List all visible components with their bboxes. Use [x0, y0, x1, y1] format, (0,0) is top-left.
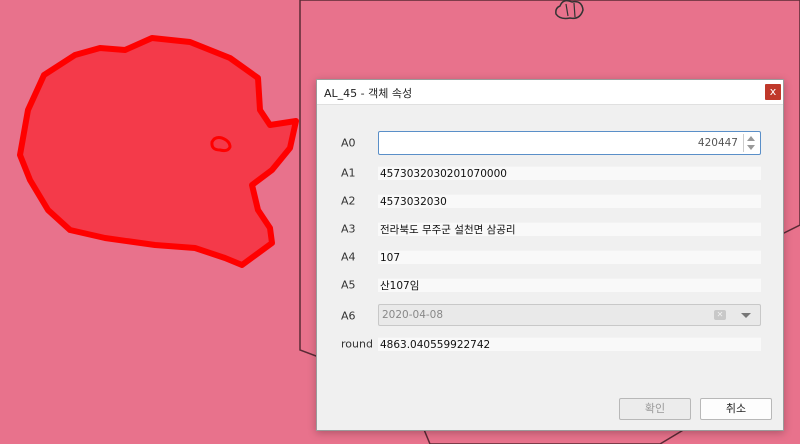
cancel-button[interactable]: 취소 — [700, 398, 772, 420]
field-row-a2: A2 4573032030 — [317, 189, 783, 213]
field-label: A1 — [341, 166, 356, 180]
spin-up-icon[interactable] — [747, 136, 755, 141]
close-icon: x — [769, 85, 777, 98]
clear-date-icon[interactable]: ✕ — [714, 310, 726, 320]
selected-feature-polygon[interactable] — [17, 35, 299, 268]
a3-value-field[interactable]: 전라북도 무주군 설천면 삼공리 — [378, 222, 761, 236]
a0-spinbox[interactable]: 420447 — [378, 131, 761, 155]
a6-date-picker[interactable]: 2020-04-08 ✕ — [378, 304, 761, 326]
field-row-a4: A4 107 — [317, 245, 783, 269]
field-row-a0: A0 420447 — [317, 131, 783, 155]
field-label: A6 — [341, 309, 356, 323]
close-button[interactable]: x — [765, 84, 781, 100]
spin-arrows[interactable] — [743, 134, 758, 152]
a4-value-field[interactable]: 107 — [378, 250, 761, 264]
a5-value-field[interactable]: 산107임 — [378, 278, 761, 292]
field-label: A4 — [341, 250, 356, 264]
a2-value-field[interactable]: 4573032030 — [378, 194, 761, 208]
feature-attributes-dialog: AL_45 - 객체 속성 x A0 420447 A1 45730320302… — [316, 79, 784, 431]
field-label: A2 — [341, 194, 356, 208]
a0-value: 420447 — [697, 137, 738, 149]
dialog-titlebar: AL_45 - 객체 속성 x — [317, 80, 783, 105]
field-row-a6: A6 2020-04-08 ✕ — [317, 304, 783, 328]
field-label: A3 — [341, 222, 356, 236]
feature-hole — [210, 136, 232, 153]
dialog-title: AL_45 - 객체 속성 — [324, 87, 413, 100]
field-row-a3: A3 전라북도 무주군 설천면 삼공리 — [317, 217, 783, 241]
chevron-down-icon[interactable] — [741, 313, 751, 318]
ok-button[interactable]: 확인 — [619, 398, 691, 420]
field-label: A0 — [341, 136, 356, 150]
field-label: A5 — [341, 278, 356, 292]
field-row-a1: A1 4573032030201070000 — [317, 161, 783, 185]
round-value-field[interactable]: 4863.040559922742 — [378, 337, 761, 351]
field-row-a5: A5 산107임 — [317, 273, 783, 297]
spin-down-icon[interactable] — [747, 145, 755, 150]
a1-value-field[interactable]: 4573032030201070000 — [378, 166, 761, 180]
a6-value: 2020-04-08 — [382, 309, 444, 321]
field-row-round: round 4863.040559922742 — [317, 332, 783, 356]
field-label: round — [341, 337, 373, 351]
